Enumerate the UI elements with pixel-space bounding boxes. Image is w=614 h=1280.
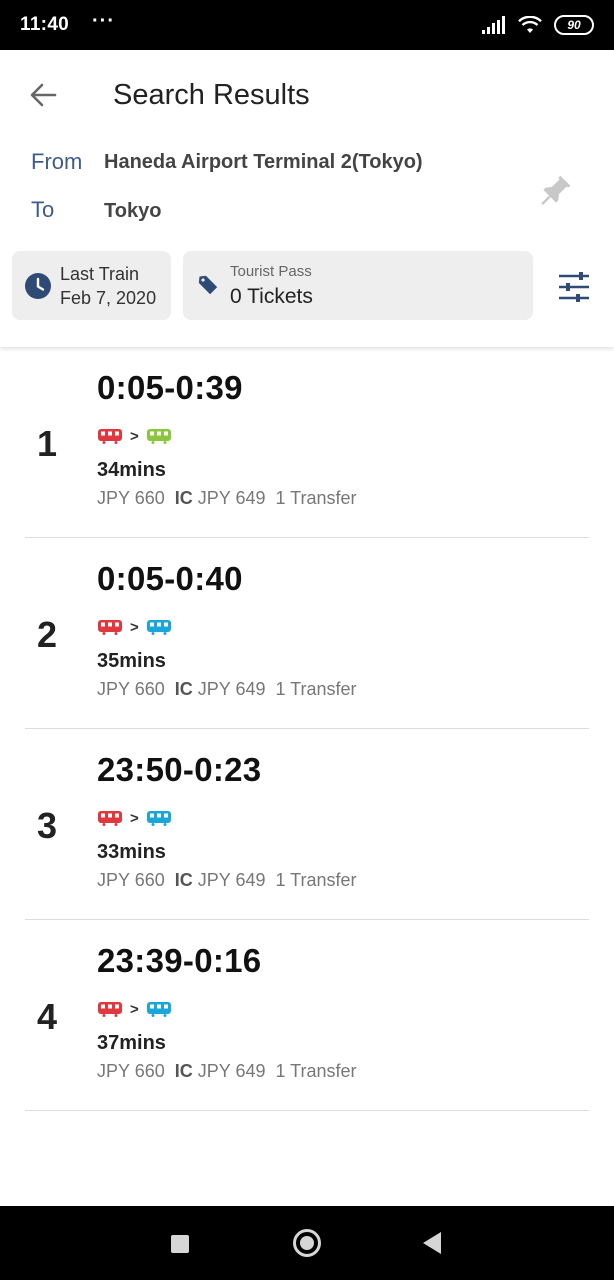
home-icon[interactable] (293, 1229, 321, 1257)
time-selector-chip[interactable]: Last Train Feb 7, 2020 (12, 251, 171, 320)
result-index: 1 (37, 423, 58, 464)
fare-value: JPY 660 (97, 488, 165, 508)
clock-icon (25, 273, 51, 299)
filter-sliders-icon[interactable] (556, 269, 592, 305)
result-duration: 37mins (97, 1032, 166, 1054)
result-time-range: 23:50-0:23 (97, 751, 262, 788)
to-station[interactable]: Tokyo (104, 200, 161, 223)
fare-value: JPY 660 (97, 1061, 165, 1081)
result-train-lines: > (97, 1000, 172, 1018)
result-index: 3 (37, 805, 58, 846)
ic-label: IC (174, 1061, 193, 1081)
tourist-pass-count: 0 Tickets (230, 285, 313, 308)
page-title: Search Results (113, 79, 310, 111)
fare-value: JPY 660 (97, 870, 165, 890)
result-index: 4 (37, 996, 58, 1037)
result-time-range: 0:05-0:39 (97, 369, 243, 406)
notification-dots: ··· (92, 10, 115, 32)
signal-icon (482, 16, 505, 34)
result-time-range: 23:39-0:16 (97, 942, 262, 979)
transfer-count: 1 Transfer (275, 1061, 357, 1081)
result-duration: 35mins (97, 650, 166, 672)
transfer-count: 1 Transfer (275, 870, 357, 890)
chevron-right-icon: > (130, 427, 139, 445)
red-train-icon (98, 429, 122, 444)
tourist-pass-chip[interactable]: Tourist Pass 0 Tickets (183, 251, 533, 320)
red-train-icon (98, 620, 122, 635)
blue-train-icon (146, 811, 171, 826)
transfer-count: 1 Transfer (275, 679, 357, 699)
battery-icon: 90 (554, 15, 594, 35)
tourist-pass-label: Tourist Pass (230, 263, 312, 280)
status-icons: 90 (482, 15, 594, 35)
result-train-lines: > (97, 427, 172, 445)
result-index: 2 (37, 614, 58, 655)
ic-label: IC (174, 870, 193, 890)
ic-fare-value: JPY 649 (197, 1061, 266, 1081)
results-list: 1 0:05-0:39 > 34mins JPY 660 IC JPY 649 1 … (0, 347, 614, 1111)
result-train-lines: > (97, 809, 172, 827)
recent-apps-icon[interactable] (171, 1235, 189, 1253)
search-header: Search Results From Haneda Airport Termi… (0, 50, 614, 347)
ic-fare-value: JPY 649 (197, 679, 266, 699)
blue-train-icon (146, 620, 171, 635)
result-fare-info: JPY 660 IC JPY 649 1 Transfer (97, 488, 357, 509)
route-result-item[interactable]: 4 23:39-0:16 > 37mins JPY 660 IC JPY 649 1… (25, 920, 589, 1111)
from-label: From (31, 149, 83, 174)
from-station[interactable]: Haneda Airport Terminal 2(Tokyo) (104, 151, 423, 174)
chevron-right-icon: > (130, 618, 139, 636)
route-result-item[interactable]: 2 0:05-0:40 > 35mins JPY 660 IC JPY 649 1 … (25, 538, 589, 729)
blue-train-icon (146, 1002, 171, 1017)
route-result-item[interactable]: 3 23:50-0:23 > 33mins JPY 660 IC JPY 649 1… (25, 729, 589, 920)
chevron-right-icon: > (130, 809, 139, 827)
status-bar: 11:40 ··· 90 (0, 0, 614, 50)
ticket-tag-icon (198, 275, 218, 295)
result-duration: 34mins (97, 459, 166, 481)
pin-icon[interactable] (532, 170, 576, 214)
route-result-item[interactable]: 1 0:05-0:39 > 34mins JPY 660 IC JPY 649 1 … (25, 347, 589, 538)
status-time: 11:40 (20, 14, 70, 35)
green-train-icon (146, 429, 171, 444)
system-nav-bar (0, 1206, 614, 1280)
transfer-count: 1 Transfer (275, 488, 357, 508)
ic-fare-value: JPY 649 (197, 488, 266, 508)
result-fare-info: JPY 660 IC JPY 649 1 Transfer (97, 679, 357, 700)
fare-value: JPY 660 (97, 679, 165, 699)
back-arrow-icon[interactable] (26, 78, 60, 112)
chevron-right-icon: > (130, 1000, 139, 1018)
result-fare-info: JPY 660 IC JPY 649 1 Transfer (97, 1061, 357, 1082)
result-train-lines: > (97, 618, 172, 636)
wifi-icon (518, 16, 542, 33)
result-fare-info: JPY 660 IC JPY 649 1 Transfer (97, 870, 357, 891)
time-mode-label: Last Train (60, 264, 140, 284)
result-duration: 33mins (97, 841, 166, 863)
date-label: Feb 7, 2020 (60, 288, 157, 308)
red-train-icon (98, 811, 122, 826)
ic-label: IC (174, 679, 193, 699)
ic-fare-value: JPY 649 (197, 870, 266, 890)
red-train-icon (98, 1002, 122, 1017)
result-time-range: 0:05-0:40 (97, 560, 243, 597)
ic-label: IC (174, 488, 193, 508)
to-label: To (31, 197, 55, 222)
back-triangle-icon[interactable] (423, 1232, 441, 1254)
